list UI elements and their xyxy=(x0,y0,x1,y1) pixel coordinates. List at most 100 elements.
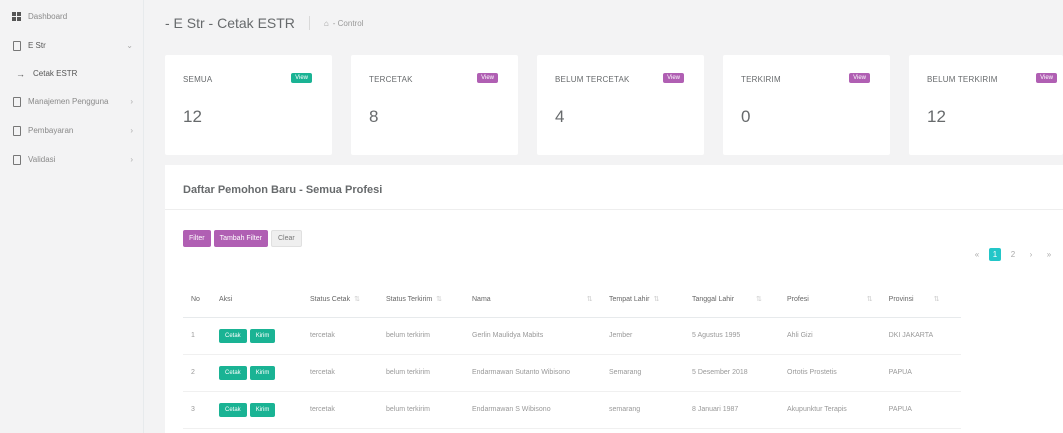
cell-status-terkirim: belum terkirim xyxy=(378,391,464,429)
cell-no: 1 xyxy=(183,317,211,355)
document-icon xyxy=(11,125,22,136)
document-icon xyxy=(11,96,22,107)
column-header-no[interactable]: No xyxy=(183,282,211,318)
sidebar-item-manajemen-pengguna[interactable]: Manajemen Pengguna › xyxy=(0,87,143,116)
sidebar-item-validasi[interactable]: Validasi › xyxy=(0,145,143,174)
widget-value: 8 xyxy=(369,107,379,126)
sidebar-item-label: Validasi xyxy=(28,155,56,164)
view-label-button[interactable]: View xyxy=(477,73,498,83)
column-header-label: Provinsi xyxy=(888,296,914,304)
column-header-provinsi[interactable]: Provinsi ⇅ xyxy=(880,282,961,318)
column-header-status-terkirim[interactable]: Status Terkirim ⇅ xyxy=(378,282,464,318)
sort-icon: ⇅ xyxy=(933,296,940,304)
cell-tempat-lahir: Jember xyxy=(601,317,684,355)
send-button[interactable]: Kirim xyxy=(249,328,276,343)
cell-no: 2 xyxy=(183,354,211,392)
cell-provinsi: PAPUA xyxy=(880,354,961,392)
table-row: 3 Cetak Kirim tercetak belum terkirim End… xyxy=(183,391,961,429)
cell-actions: Cetak Kirim xyxy=(211,354,302,392)
applicants-table: No Aksi Status Cetak ⇅ Status Terkirim ⇅ N… xyxy=(183,282,961,429)
home-icon[interactable]: ⌂ xyxy=(324,19,329,28)
document-icon xyxy=(11,40,22,51)
cell-actions: Cetak Kirim xyxy=(211,391,302,429)
view-label-button[interactable]: View xyxy=(291,73,312,83)
view-label-button[interactable]: View xyxy=(663,73,684,83)
document-icon xyxy=(11,154,22,165)
widget-title: BELUM TERCETAK xyxy=(555,75,630,84)
pagination: « 1 2 › » xyxy=(971,248,1055,261)
print-button[interactable]: Cetak xyxy=(219,402,247,417)
sidebar-item-dashboard[interactable]: Dashboard xyxy=(0,2,143,31)
sort-icon: ⇅ xyxy=(866,296,873,304)
arrow-right-icon: → xyxy=(16,68,25,79)
pagination-prev[interactable]: « xyxy=(971,248,983,261)
cell-tanggal-lahir: 5 Desember 2018 xyxy=(684,354,779,392)
pagination-page-2[interactable]: 2 xyxy=(1007,248,1019,261)
cell-tempat-lahir: semarang xyxy=(601,391,684,429)
widget-title: SEMUA xyxy=(183,75,213,84)
column-header-profesi[interactable]: Profesi ⇅ xyxy=(779,282,881,318)
send-button[interactable]: Kirim xyxy=(249,402,276,417)
breadcrumb-divider xyxy=(308,16,310,30)
column-header-aksi[interactable]: Aksi xyxy=(211,282,302,318)
dashboard-grid-icon xyxy=(11,11,22,22)
add-filter-button[interactable]: Tambah Filter xyxy=(213,230,268,247)
panel-title: Daftar Pemohon Baru - Semua Profesi xyxy=(183,184,383,196)
filter-toolbar: Filter Tambah Filter Clear xyxy=(183,230,302,247)
cell-status-terkirim: belum terkirim xyxy=(378,317,464,355)
cell-tempat-lahir: Semarang xyxy=(601,354,684,392)
cell-profesi: Ortotis Prostetis xyxy=(779,354,881,392)
cell-status-cetak: tercetak xyxy=(302,391,378,429)
widget-title: TERCETAK xyxy=(369,75,413,84)
sort-icon: ⇅ xyxy=(354,296,360,304)
chevron-right-icon: › xyxy=(130,126,133,135)
cell-profesi: Ahli Gizi xyxy=(779,317,881,355)
widget-value: 4 xyxy=(555,107,565,126)
cell-actions: Cetak Kirim xyxy=(211,317,302,355)
column-header-tanggal-lahir[interactable]: Tanggal Lahir ⇅ xyxy=(684,282,779,318)
view-label-button[interactable]: View xyxy=(1036,73,1057,83)
widget-tercetak: TERCETAK View 8 xyxy=(351,55,518,155)
sidebar-item-label: E Str xyxy=(28,41,46,50)
print-button[interactable]: Cetak xyxy=(219,328,247,343)
column-header-label: Status Terkirim xyxy=(386,296,433,304)
column-header-tempat-lahir[interactable]: Tempat Lahir ⇅ xyxy=(601,282,684,318)
column-header-label: Tanggal Lahir xyxy=(692,296,735,304)
widget-value: 12 xyxy=(183,107,202,126)
view-label-button[interactable]: View xyxy=(849,73,870,83)
clear-button[interactable]: Clear xyxy=(270,230,302,247)
sidebar-item-label: Manajemen Pengguna xyxy=(28,97,109,106)
pagination-next[interactable]: › xyxy=(1025,248,1037,261)
sidebar-item-cetak-estr[interactable]: → Cetak ESTR xyxy=(0,60,143,87)
cell-profesi: Akupunktur Terapis xyxy=(779,391,881,429)
page-heading: - E Str - Cetak ESTR ⌂ - Control xyxy=(148,0,1063,46)
chevron-right-icon: › xyxy=(130,155,133,164)
sidebar-item-pembayaran[interactable]: Pembayaran › xyxy=(0,116,143,145)
sidebar-item-estr[interactable]: E Str ⌄ xyxy=(0,31,143,60)
column-header-label: Tempat Lahir xyxy=(609,296,650,304)
widget-belum-terkirim: BELUM TERKIRIM View 12 xyxy=(909,55,1063,155)
column-header-nama[interactable]: Nama ⇅ xyxy=(464,282,601,318)
cell-provinsi: DKI JAKARTA xyxy=(880,317,961,355)
sidebar-item-label: Dashboard xyxy=(28,12,68,21)
sidebar: Dashboard E Str ⌄ → Cetak ESTR Manajemen… xyxy=(0,0,144,433)
column-header-status-cetak[interactable]: Status Cetak ⇅ xyxy=(302,282,378,318)
breadcrumb: ⌂ - Control xyxy=(324,19,364,28)
chevron-down-icon: ⌄ xyxy=(126,41,133,50)
cell-tanggal-lahir: 8 Januari 1987 xyxy=(684,391,779,429)
widget-title: BELUM TERKIRIM xyxy=(927,75,998,84)
table-row: 1 Cetak Kirim tercetak belum terkirim Ger… xyxy=(183,317,961,355)
column-header-label: Profesi xyxy=(787,296,809,304)
widget-semua: SEMUA View 12 xyxy=(165,55,332,155)
cell-nama: Endarmawan Sutanto Wibisono xyxy=(464,354,601,392)
print-button[interactable]: Cetak xyxy=(219,365,247,380)
breadcrumb-item[interactable]: - Control xyxy=(333,19,364,28)
widget-value: 0 xyxy=(741,107,751,126)
column-header-label: Status Cetak xyxy=(310,296,351,304)
pagination-page-1[interactable]: 1 xyxy=(989,248,1001,261)
pagination-last[interactable]: » xyxy=(1043,248,1055,261)
send-button[interactable]: Kirim xyxy=(249,365,276,380)
chevron-right-icon: › xyxy=(130,97,133,106)
widget-value: 12 xyxy=(927,107,946,126)
filter-button[interactable]: Filter xyxy=(183,230,211,247)
